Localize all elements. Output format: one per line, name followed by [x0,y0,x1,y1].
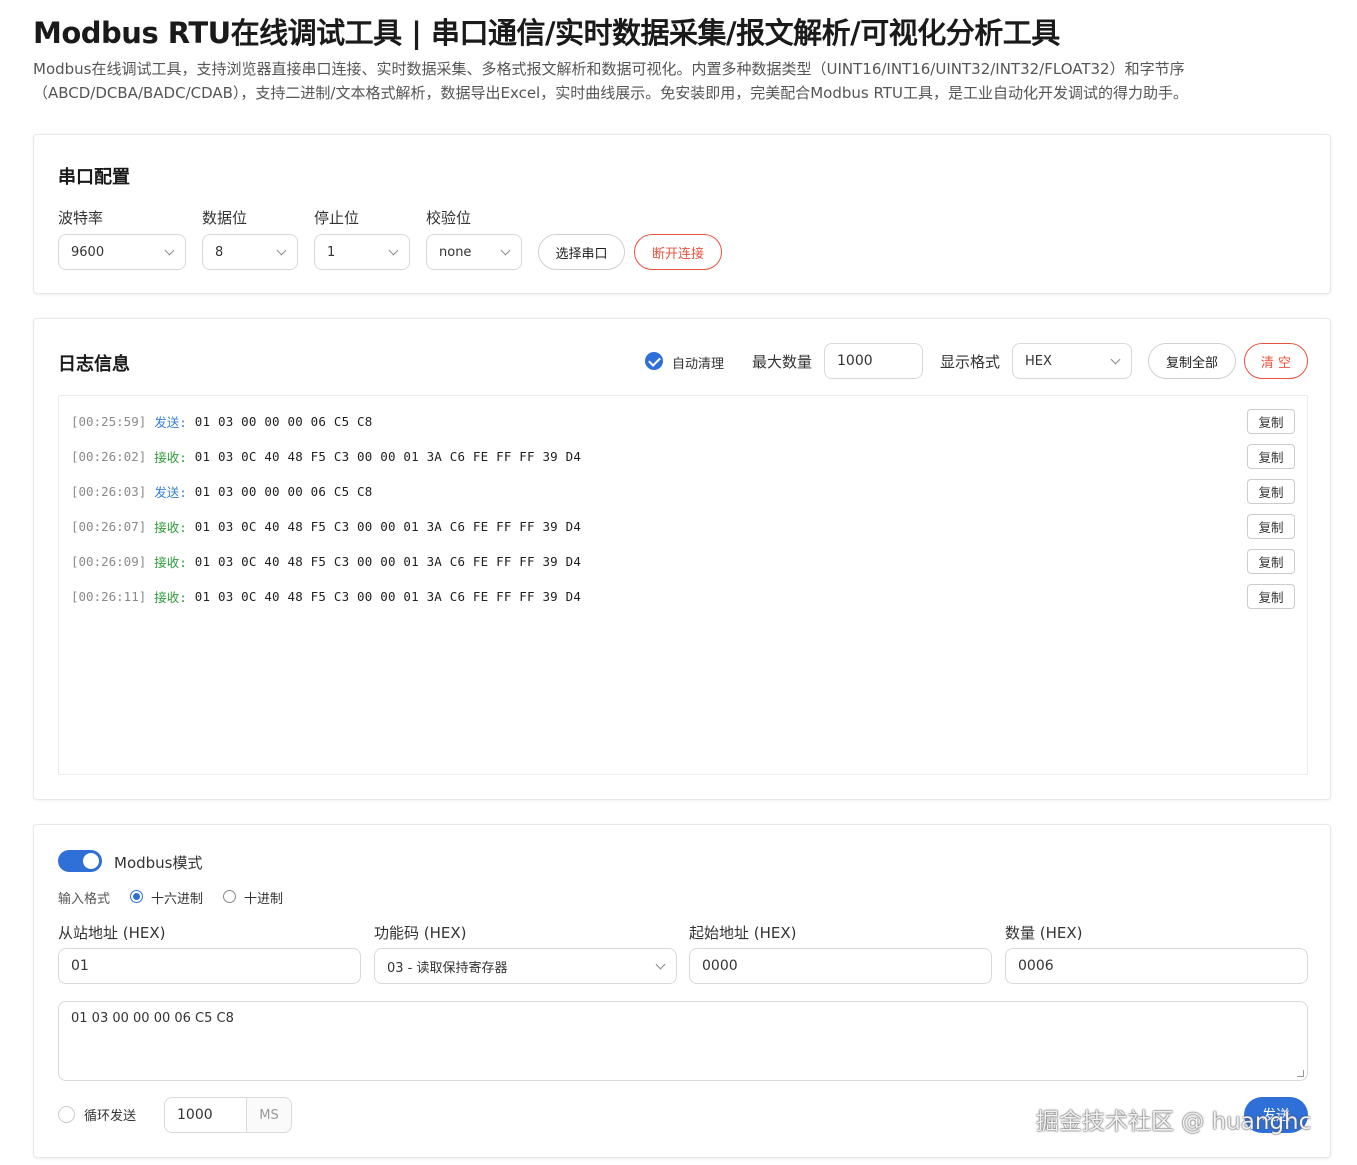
chevron-down-icon [164,245,175,255]
log-data: 01 03 0C 40 48 F5 C3 00 00 01 3A C6 FE F… [194,553,582,569]
dec-radio[interactable] [223,890,236,903]
start-address-label: 起始地址 (HEX) [689,924,797,942]
serial-config-card: 串口配置 波特率 9600 数据位 8 停止位 1 校验位 none 选择串口 … [33,134,1331,294]
max-count-label: 最大数量 [752,353,813,371]
parity-select[interactable]: none [426,234,522,270]
log-card: 日志信息 自动清理 最大数量 1000 显示格式 HEX 复制全部 清 空 [0… [33,318,1331,800]
display-format-select[interactable]: HEX [1012,343,1132,379]
stop-bits-label: 停止位 [314,209,360,227]
max-count-input[interactable]: 1000 [824,343,923,379]
copy-entry-button[interactable]: 复制 [1247,583,1295,609]
chevron-down-icon [388,245,399,255]
input-format-label: 输入格式 [58,892,111,907]
log-time: [00:26:07] [71,518,147,534]
stop-bits-value: 1 [327,244,336,260]
serial-config-title: 串口配置 [58,167,130,188]
copy-entry-button[interactable]: 复制 [1247,408,1295,434]
slave-address-input[interactable]: 01 [58,948,361,984]
chevron-down-icon [500,245,511,255]
select-port-button[interactable]: 选择串口 [538,234,625,270]
modbus-mode-label: Modbus模式 [114,854,203,872]
copy-entry-button[interactable]: 复制 [1247,478,1295,504]
parity-label: 校验位 [426,209,472,227]
log-entry: [00:26:03] 发送: 01 03 00 00 00 06 C5 C8 复… [71,478,1295,504]
slave-address-label: 从站地址 (HEX) [58,924,166,942]
disconnect-button[interactable]: 断开连接 [634,234,722,270]
data-bits-value: 8 [215,244,224,260]
log-data: 01 03 0C 40 48 F5 C3 00 00 01 3A C6 FE F… [194,448,582,464]
log-time: [00:26:02] [71,448,147,464]
log-time: [00:26:03] [71,483,147,499]
log-data: 01 03 0C 40 48 F5 C3 00 00 01 3A C6 FE F… [194,588,582,604]
copy-all-button[interactable]: 复制全部 [1148,343,1236,379]
log-data: 01 03 00 00 00 06 C5 C8 [194,483,373,499]
function-code-value: 03 - 读取保持寄存器 [387,960,508,976]
parity-value: none [439,244,472,260]
resize-handle-icon[interactable] [1297,1070,1304,1077]
modbus-mode-toggle[interactable] [58,850,102,872]
loop-send-label: 循环发送 [84,1109,137,1124]
baud-rate-value: 9600 [71,244,105,260]
interval-unit: MS [246,1098,291,1132]
auto-clear-checkbox[interactable] [645,352,663,370]
log-direction: 接收: [154,519,187,535]
log-entry: [00:26:07] 接收: 01 03 0C 40 48 F5 C3 00 0… [71,513,1295,539]
loop-send-radio[interactable] [58,1106,75,1123]
baud-rate-select[interactable]: 9600 [58,234,186,270]
log-area[interactable]: [00:25:59] 发送: 01 03 00 00 00 06 C5 C8 复… [58,395,1308,775]
interval-input[interactable]: 1000 MS [164,1097,292,1133]
log-direction: 发送: [154,484,187,500]
log-direction: 发送: [154,414,187,430]
page-title: Modbus RTU在线调试工具 | 串口通信/实时数据采集/报文解析/可视化分… [33,16,1060,50]
page-description: Modbus在线调试工具，支持浏览器直接串口连接、实时数据采集、多格式报文解析和… [33,60,1188,102]
stop-bits-select[interactable]: 1 [314,234,410,270]
clear-log-button[interactable]: 清 空 [1244,343,1308,379]
frame-textarea[interactable]: 01 03 00 00 00 06 C5 C8 [58,1001,1308,1081]
display-format-label: 显示格式 [940,353,1001,371]
quantity-label: 数量 (HEX) [1005,924,1083,942]
log-data: 01 03 0C 40 48 F5 C3 00 00 01 3A C6 FE F… [194,518,582,534]
baud-rate-label: 波特率 [58,209,104,227]
log-entry: [00:26:02] 接收: 01 03 0C 40 48 F5 C3 00 0… [71,443,1295,469]
data-bits-select[interactable]: 8 [202,234,298,270]
chevron-down-icon [655,959,666,969]
function-code-label: 功能码 (HEX) [374,924,467,942]
dec-radio-label: 十进制 [244,892,284,907]
log-direction: 接收: [154,589,187,605]
copy-entry-button[interactable]: 复制 [1247,443,1295,469]
chevron-down-icon [1110,354,1121,364]
data-bits-label: 数据位 [202,209,248,227]
log-entry: [00:26:11] 接收: 01 03 0C 40 48 F5 C3 00 0… [71,583,1295,609]
chevron-down-icon [276,245,287,255]
log-direction: 接收: [154,554,187,570]
display-format-value: HEX [1025,353,1052,369]
quantity-input[interactable]: 0006 [1005,948,1308,984]
log-time: [00:26:09] [71,553,147,569]
log-entry: [00:25:59] 发送: 01 03 00 00 00 06 C5 C8 复… [71,408,1295,434]
log-data: 01 03 00 00 00 06 C5 C8 [194,413,373,429]
log-direction: 接收: [154,449,187,465]
function-code-select[interactable]: 03 - 读取保持寄存器 [374,948,677,984]
start-address-input[interactable]: 0000 [689,948,992,984]
copy-entry-button[interactable]: 复制 [1247,548,1295,574]
log-time: [00:26:11] [71,588,147,604]
log-entry: [00:26:09] 接收: 01 03 0C 40 48 F5 C3 00 0… [71,548,1295,574]
log-title: 日志信息 [58,354,130,375]
auto-clear-label: 自动清理 [672,357,725,372]
hex-radio-label: 十六进制 [151,892,204,907]
hex-radio[interactable] [130,890,143,903]
frame-text: 01 03 00 00 00 06 C5 C8 [71,1011,234,1026]
copy-entry-button[interactable]: 复制 [1247,513,1295,539]
interval-value: 1000 [177,1107,213,1123]
watermark: 掘金技术社区 @ huanghc [1036,1109,1312,1135]
log-time: [00:25:59] [71,413,147,429]
